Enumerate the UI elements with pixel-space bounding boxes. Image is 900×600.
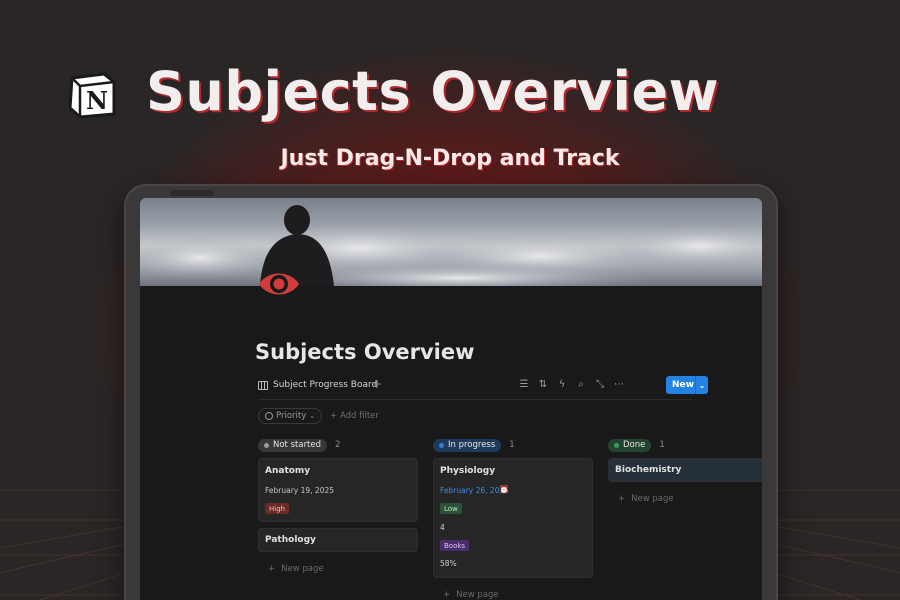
column-count: 1	[509, 440, 515, 450]
board-card[interactable]: Pathology	[258, 528, 418, 552]
filter-bar: Priority ⌄ + Add filter	[258, 408, 379, 424]
more-icon[interactable]: ⋯	[614, 379, 624, 390]
hero-subtitle: Just Drag-N-Drop and Track	[280, 146, 620, 171]
notion-logo-letter: N	[86, 86, 108, 115]
view-tab-label: Subject Progress Board	[273, 380, 378, 390]
new-page-label: New page	[456, 590, 499, 600]
priority-filter-chip[interactable]: Priority ⌄	[258, 408, 323, 424]
eye-icon[interactable]	[256, 264, 302, 304]
card-title: Biochemistry	[615, 465, 682, 475]
new-page-button[interactable]: + New page	[258, 558, 418, 580]
board-column-in-progress: In progress 1 Physiology February 26, 20…	[433, 438, 593, 600]
chevron-down-icon[interactable]: ⌄	[695, 376, 708, 394]
notion-logo-icon: N	[68, 72, 116, 119]
board-card[interactable]: Anatomy February 19, 2025 High	[258, 458, 418, 522]
page-title: Subjects Overview	[255, 340, 475, 364]
hero-title: Subjects Overview	[146, 60, 719, 123]
board-column-done: Done 1 Biochemistry + New page	[608, 438, 762, 504]
column-header: Not started 2	[258, 438, 418, 452]
card-title: Pathology	[265, 535, 316, 545]
lightning-icon[interactable]: ϟ	[557, 379, 567, 390]
new-page-label: New page	[281, 564, 324, 574]
card-date: February 19, 2025	[265, 486, 335, 495]
view-tab-board[interactable]: Subject Progress Board	[258, 380, 377, 390]
board-column-not-started: Not started 2 Anatomy February 19, 2025 …	[258, 438, 418, 574]
device-camera	[170, 190, 214, 196]
plus-icon: +	[443, 590, 451, 600]
status-dot	[264, 442, 269, 448]
priority-icon	[265, 412, 273, 420]
reminder-icon: ⏰	[499, 485, 509, 494]
expand-icon[interactable]: ⤡	[595, 379, 605, 390]
category-tag: Books	[440, 540, 470, 551]
search-icon[interactable]: ⌕	[576, 379, 586, 390]
cover-image	[140, 198, 762, 286]
toolbar-tools: ☰ ⇅ ϟ ⌕ ⤡ ⋯	[519, 379, 624, 390]
notion-page: Subjects Overview Subject Progress Board…	[140, 198, 762, 600]
status-dot	[614, 442, 619, 448]
card-title: Anatomy	[265, 466, 311, 476]
new-page-button[interactable]: + New page	[608, 488, 762, 510]
status-label: Done	[623, 440, 646, 450]
add-filter-button[interactable]: + Add filter	[330, 411, 379, 421]
plus-icon: +	[618, 494, 626, 504]
board-card[interactable]: Physiology February 26, 2025 ⏰ Low 4 Boo…	[433, 458, 593, 578]
new-page-label: New page	[631, 494, 674, 504]
priority-tag: Low	[440, 503, 462, 514]
priority-tag: High	[265, 503, 290, 514]
new-button[interactable]: New ⌄	[666, 376, 708, 394]
board-view-icon	[258, 380, 268, 390]
priority-filter-label: Priority	[276, 411, 307, 421]
chevron-down-icon: ⌄	[309, 412, 316, 420]
status-dot	[439, 442, 444, 448]
status-pill[interactable]: Not started	[258, 438, 328, 452]
status-pill[interactable]: Done	[608, 438, 652, 452]
card-number: 4	[440, 523, 445, 532]
sort-icon[interactable]: ⇅	[538, 379, 548, 390]
card-percent: 58%	[440, 559, 457, 568]
column-count: 2	[335, 440, 341, 450]
status-label: In progress	[448, 440, 496, 450]
database-toolbar: Subject Progress Board + ☰ ⇅ ϟ ⌕ ⤡ ⋯ New…	[258, 376, 708, 400]
status-pill[interactable]: In progress	[433, 438, 502, 452]
column-header: In progress 1	[433, 438, 593, 452]
new-page-button[interactable]: + New page	[433, 584, 593, 600]
plus-icon: +	[268, 564, 276, 574]
card-title: Physiology	[440, 466, 496, 476]
add-view-button[interactable]: +	[372, 377, 382, 391]
status-label: Not started	[273, 440, 322, 450]
board-card[interactable]: Biochemistry	[608, 458, 762, 482]
column-count: 1	[659, 440, 665, 450]
filter-icon[interactable]: ☰	[519, 379, 529, 390]
column-header: Done 1	[608, 438, 762, 452]
new-button-label: New	[672, 380, 694, 390]
